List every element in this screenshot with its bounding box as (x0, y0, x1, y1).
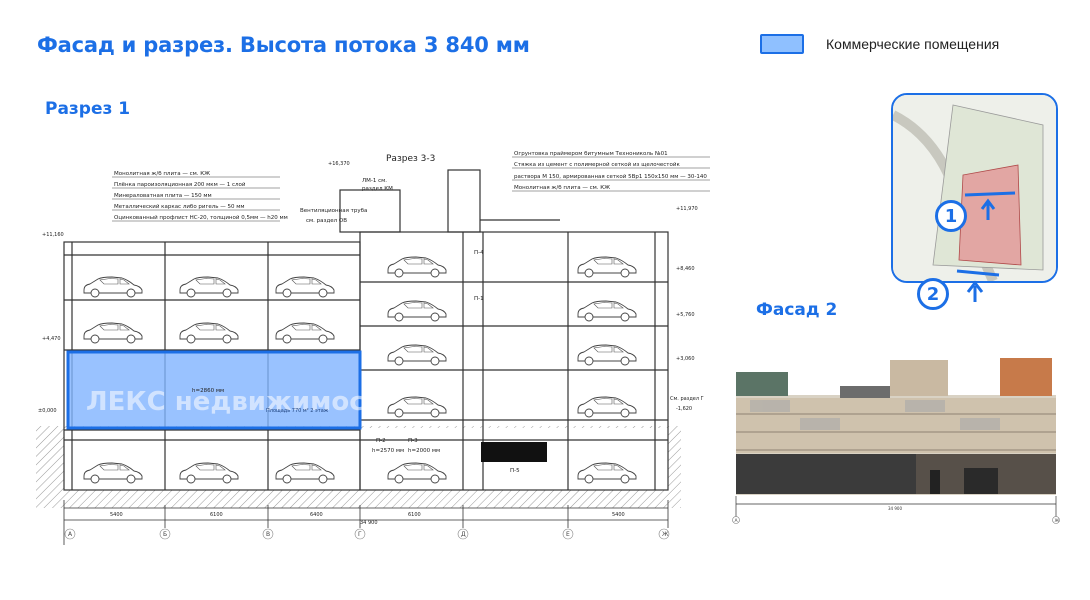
svg-text:Ж: Ж (1055, 518, 1060, 524)
facade-direction-arrow-icon (966, 280, 984, 302)
marker-section-1: 1 (935, 200, 967, 232)
vent-ref: см. раздел ОВ (306, 218, 347, 224)
svg-text:5400: 5400 (110, 512, 123, 518)
section-3-3-label: Разрез 3-3 (386, 154, 435, 164)
svg-text:+8,460: +8,460 (676, 266, 695, 272)
svg-text:+4,470: +4,470 (42, 336, 61, 342)
svg-text:6100: 6100 (408, 512, 421, 518)
svg-text:Е: Е (566, 531, 570, 538)
svg-text:6400: 6400 (310, 512, 323, 518)
svg-text:Стяжка из цемент с полимерной: Стяжка из цемент с полимерной сеткой из … (514, 161, 680, 168)
svg-text:П-2: П-2 (376, 438, 386, 444)
svg-text:Оцинкованный профлист НС-20, т: Оцинкованный профлист НС-20, толщиной 0,… (114, 214, 288, 221)
facade-drawing: 34 900 А Ж (732, 358, 1060, 524)
svg-text:Металлический каркас либо риге: Металлический каркас либо ригель — 50 мм (114, 203, 245, 210)
site-plan-map (891, 93, 1058, 283)
lift-ref: раздел КМ (362, 186, 393, 192)
ramp-block (481, 442, 547, 462)
dimension-values: 5400 6100 6400 6100 5400 34 900 (110, 512, 625, 526)
svg-text:Минераловатная плита — 150 мм: Минераловатная плита — 150 мм (114, 193, 212, 199)
facade-dimension: 34 900 (888, 506, 902, 511)
svg-text:+16,370: +16,370 (328, 161, 350, 167)
svg-text:±0,000: ±0,000 (38, 408, 57, 414)
right-notes: Огрунтовка праймером битумным Техноникол… (512, 150, 710, 192)
svg-text:См. раздел Г: См. раздел Г (670, 396, 704, 402)
svg-text:h=2860 мм: h=2860 мм (192, 388, 224, 394)
svg-text:П-5: П-5 (510, 468, 520, 474)
svg-text:Плёнка пароизоляционная 200 мк: Плёнка пароизоляционная 200 мкм — 1 слой (114, 181, 246, 188)
svg-text:Монолитная ж/б плита — см. КЖ: Монолитная ж/б плита — см. КЖ (114, 171, 210, 177)
svg-text:+11,160: +11,160 (42, 232, 64, 238)
commercial-note: Площадь 770 м² 2 этаж (266, 408, 329, 414)
svg-text:В: В (266, 531, 270, 538)
svg-text:6100: 6100 (210, 512, 223, 518)
svg-text:П-3: П-3 (408, 438, 418, 444)
svg-text:Г: Г (358, 531, 362, 538)
svg-text:h=2000 мм: h=2000 мм (408, 448, 440, 454)
svg-text:раствора М 150, армированная с: раствора М 150, армированная сеткой 5Вр1… (514, 173, 707, 180)
svg-text:+5,760: +5,760 (676, 312, 695, 318)
svg-text:5400: 5400 (612, 512, 625, 518)
svg-text:П-4: П-4 (474, 250, 484, 256)
svg-text:+3,060: +3,060 (676, 356, 695, 362)
svg-text:Б: Б (163, 531, 167, 538)
watermark: ЛЕКС недвижимость (86, 387, 396, 417)
svg-text:Монолитная ж/б плита — см. КЖ: Монолитная ж/б плита — см. КЖ (514, 185, 610, 191)
vent-label: Вентиляционная труба (300, 208, 367, 214)
svg-text:+11,970: +11,970 (676, 206, 698, 212)
svg-text:Огрунтовка праймером битумным: Огрунтовка праймером битумным Техноникол… (514, 150, 668, 157)
marker-facade-2: 2 (917, 278, 949, 310)
lift-label: ЛМ-1 см. (362, 178, 387, 184)
svg-text:Ж: Ж (662, 531, 669, 538)
svg-text:h=2570 мм: h=2570 мм (372, 448, 404, 454)
svg-text:Д: Д (461, 531, 466, 538)
axis-markers: А Б В Г Д Е Ж (64, 528, 670, 540)
roof-notes: Монолитная ж/б плита — см. КЖ Плёнка пар… (112, 171, 288, 222)
site-plan-svg (893, 95, 1056, 281)
svg-text:-1,620: -1,620 (676, 406, 692, 412)
svg-text:П-1: П-1 (474, 296, 484, 302)
svg-text:34 900: 34 900 (360, 520, 378, 526)
